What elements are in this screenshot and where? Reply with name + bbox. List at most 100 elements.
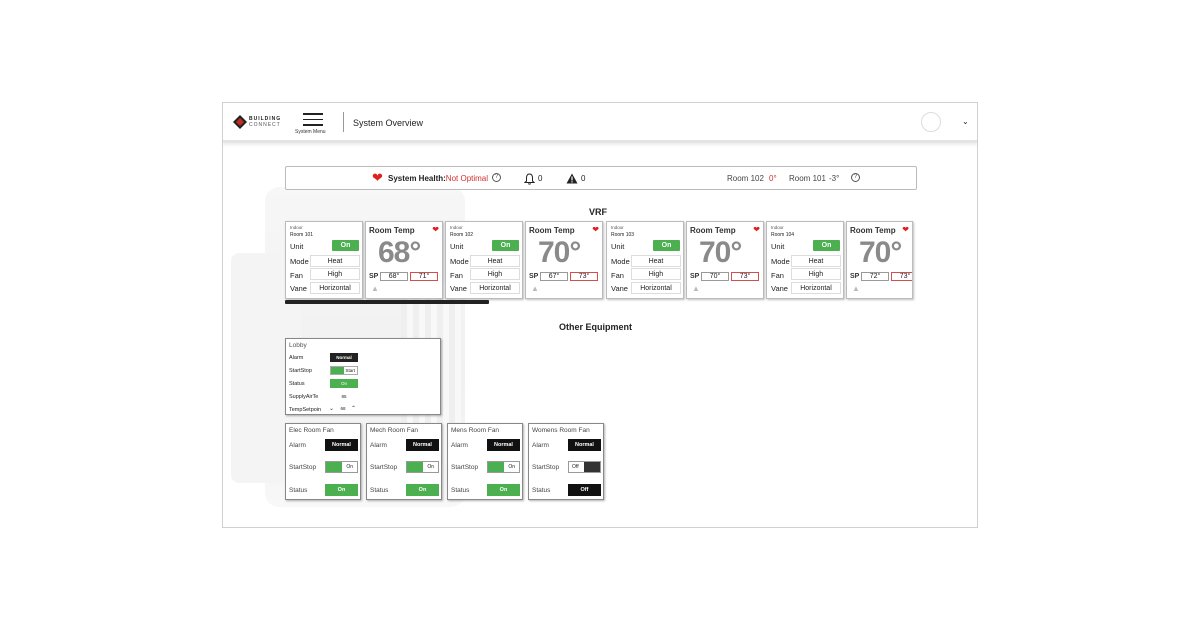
room-health-heart-icon: ❤: [592, 225, 599, 234]
vrf-vane-select[interactable]: Horizontal: [631, 282, 681, 294]
vrf-vane-select[interactable]: Horizontal: [791, 282, 841, 294]
fan-alarm-label: Alarm: [532, 442, 549, 449]
vrf-horizontal-scrollbar[interactable]: [285, 300, 489, 304]
setpoint-high-value[interactable]: 73°: [570, 272, 598, 281]
room-warning-icon: ▲: [852, 284, 860, 293]
fan-equipment-card[interactable]: Mech Room Fan Alarm Normal StartStop On …: [366, 423, 442, 500]
vrf-room-temp-card[interactable]: Room Temp ❤ 70° SP 70° 73° ▲: [686, 221, 764, 299]
room-alert-1[interactable]: Room 102: [727, 174, 764, 183]
vrf-vane-label: Vane: [611, 284, 628, 293]
setpoint-low-value[interactable]: 68°: [380, 272, 408, 281]
header-divider: [343, 112, 344, 132]
other-equipment-title: Other Equipment: [559, 322, 633, 332]
vrf-room-name: Room 103: [611, 232, 635, 238]
vrf-mode-select[interactable]: Heat: [310, 255, 360, 267]
vrf-unit-toggle[interactable]: On: [813, 240, 840, 251]
setpoint-up-chevron-icon[interactable]: ⌃: [351, 405, 356, 412]
vrf-room-name: Room 101: [290, 232, 314, 238]
room-health-heart-icon: ❤: [902, 225, 909, 234]
vrf-unit-card[interactable]: Indoor Room 102 Unit On Mode Heat Fan Hi…: [445, 221, 523, 299]
room-alert-2-delta: -3°: [829, 174, 840, 183]
fan-startstop-toggle[interactable]: On: [406, 461, 439, 473]
vrf-unit-card[interactable]: Indoor Room 101 Unit On Mode Heat Fan Hi…: [285, 221, 363, 299]
vrf-vane-label: Vane: [290, 284, 307, 293]
health-help-icon[interactable]: ?: [492, 173, 501, 182]
vrf-vane-select[interactable]: Horizontal: [310, 282, 360, 294]
fan-alarm-badge: Normal: [325, 439, 358, 451]
fan-startstop-label: StartStop: [370, 464, 398, 471]
vrf-room-name: Room 104: [771, 232, 795, 238]
vrf-fan-label: Fan: [771, 271, 784, 280]
lobby-supply-label: SupplyAirTe: [289, 394, 319, 400]
warning-icon[interactable]: [566, 173, 578, 184]
room-warning-icon: ▲: [692, 284, 700, 293]
vrf-fan-select[interactable]: High: [310, 268, 360, 280]
system-menu-icon[interactable]: [303, 113, 323, 126]
vrf-room-name: Room 102: [450, 232, 474, 238]
room-alert-help-icon[interactable]: ?: [851, 173, 860, 182]
fan-startstop-value: On: [508, 464, 515, 470]
lobby-setpoint-label: TempSetpoin: [289, 407, 322, 413]
system-menu-label[interactable]: System Menu: [295, 129, 326, 135]
vrf-indoor-label: Indoor: [771, 225, 784, 230]
bell-icon[interactable]: [524, 173, 535, 185]
notification-count: 0: [538, 174, 543, 183]
fan-status-badge: On: [325, 484, 358, 496]
vrf-fan-select[interactable]: High: [470, 268, 520, 280]
fan-startstop-label: StartStop: [451, 464, 479, 471]
fan-status-badge: On: [406, 484, 439, 496]
fan-equipment-card[interactable]: Elec Room Fan Alarm Normal StartStop On …: [285, 423, 361, 500]
setpoint-high-value[interactable]: 73°: [731, 272, 759, 281]
setpoint-low-value[interactable]: 67°: [540, 272, 568, 281]
fan-startstop-value: On: [427, 464, 434, 470]
room-alert-2[interactable]: Room 101: [789, 174, 826, 183]
health-heart-icon: ❤: [372, 170, 383, 185]
vrf-unit-card[interactable]: Indoor Room 104 Unit On Mode Heat Fan Hi…: [766, 221, 844, 299]
setpoint-high-value[interactable]: 71°: [410, 272, 438, 281]
fan-startstop-toggle[interactable]: On: [325, 461, 358, 473]
vrf-fan-select[interactable]: High: [631, 268, 681, 280]
vrf-unit-toggle[interactable]: On: [492, 240, 519, 251]
vrf-vane-label: Vane: [450, 284, 467, 293]
lobby-startstop-label: StartStop: [289, 368, 312, 374]
setpoint-low-value[interactable]: 70°: [701, 272, 729, 281]
top-bar: BUILDING CONNECT System Menu System Over…: [223, 103, 977, 143]
setpoint-low-value[interactable]: 72°: [861, 272, 889, 281]
user-avatar[interactable]: [921, 112, 941, 132]
user-menu-chevron-down-icon[interactable]: ⌄: [962, 117, 969, 126]
vrf-unit-toggle[interactable]: On: [653, 240, 680, 251]
setpoint-down-chevron-icon[interactable]: ⌄: [329, 405, 334, 412]
vrf-fan-select[interactable]: High: [791, 268, 841, 280]
vrf-unit-toggle[interactable]: On: [332, 240, 359, 251]
fan-alarm-label: Alarm: [289, 442, 306, 449]
vrf-unit-label: Unit: [771, 242, 785, 251]
vrf-room-temp-card[interactable]: Room Temp ❤ 68° SP 68° 71° ▲: [365, 221, 443, 299]
vrf-indoor-label: Indoor: [450, 225, 463, 230]
vrf-unit-card[interactable]: Indoor Room 103 Unit On Mode Heat Fan Hi…: [606, 221, 684, 299]
vrf-room-temp-card[interactable]: Room Temp ❤ 70° SP 72° 73° ▲: [846, 221, 913, 299]
system-health-label: System Health:Not Optimal: [388, 174, 488, 183]
fan-startstop-value: On: [346, 464, 353, 470]
fan-status-badge: Off: [568, 484, 601, 496]
vrf-mode-select[interactable]: Heat: [791, 255, 841, 267]
room-temp-label: Room Temp: [850, 226, 896, 235]
vrf-vane-label: Vane: [771, 284, 788, 293]
setpoint-high-value[interactable]: 73°: [891, 272, 912, 281]
lobby-startstop-toggle[interactable]: Start: [330, 366, 358, 375]
fan-equipment-card[interactable]: Mens Room Fan Alarm Normal StartStop On …: [447, 423, 523, 500]
page-title: System Overview: [353, 118, 424, 128]
fan-startstop-label: StartStop: [289, 464, 317, 471]
vrf-mode-select[interactable]: Heat: [631, 255, 681, 267]
room-temp-label: Room Temp: [369, 226, 415, 235]
system-health-status: Not Optimal: [445, 174, 489, 183]
vrf-mode-select[interactable]: Heat: [470, 255, 520, 267]
lobby-equipment-card[interactable]: Lobby Alarm Normal StartStop Start Statu…: [285, 338, 441, 415]
fan-equipment-card[interactable]: Womens Room Fan Alarm Normal StartStop O…: [528, 423, 604, 500]
vrf-vane-select[interactable]: Horizontal: [470, 282, 520, 294]
vrf-room-temp-card[interactable]: Room Temp ❤ 70° SP 67° 73° ▲: [525, 221, 603, 299]
fan-startstop-toggle[interactable]: On: [487, 461, 520, 473]
fan-startstop-toggle[interactable]: Off: [568, 461, 601, 473]
room-alert-1-delta: 0°: [769, 174, 777, 183]
vrf-mode-label: Mode: [290, 257, 309, 266]
logo-subtitle: CONNECT: [249, 122, 281, 128]
